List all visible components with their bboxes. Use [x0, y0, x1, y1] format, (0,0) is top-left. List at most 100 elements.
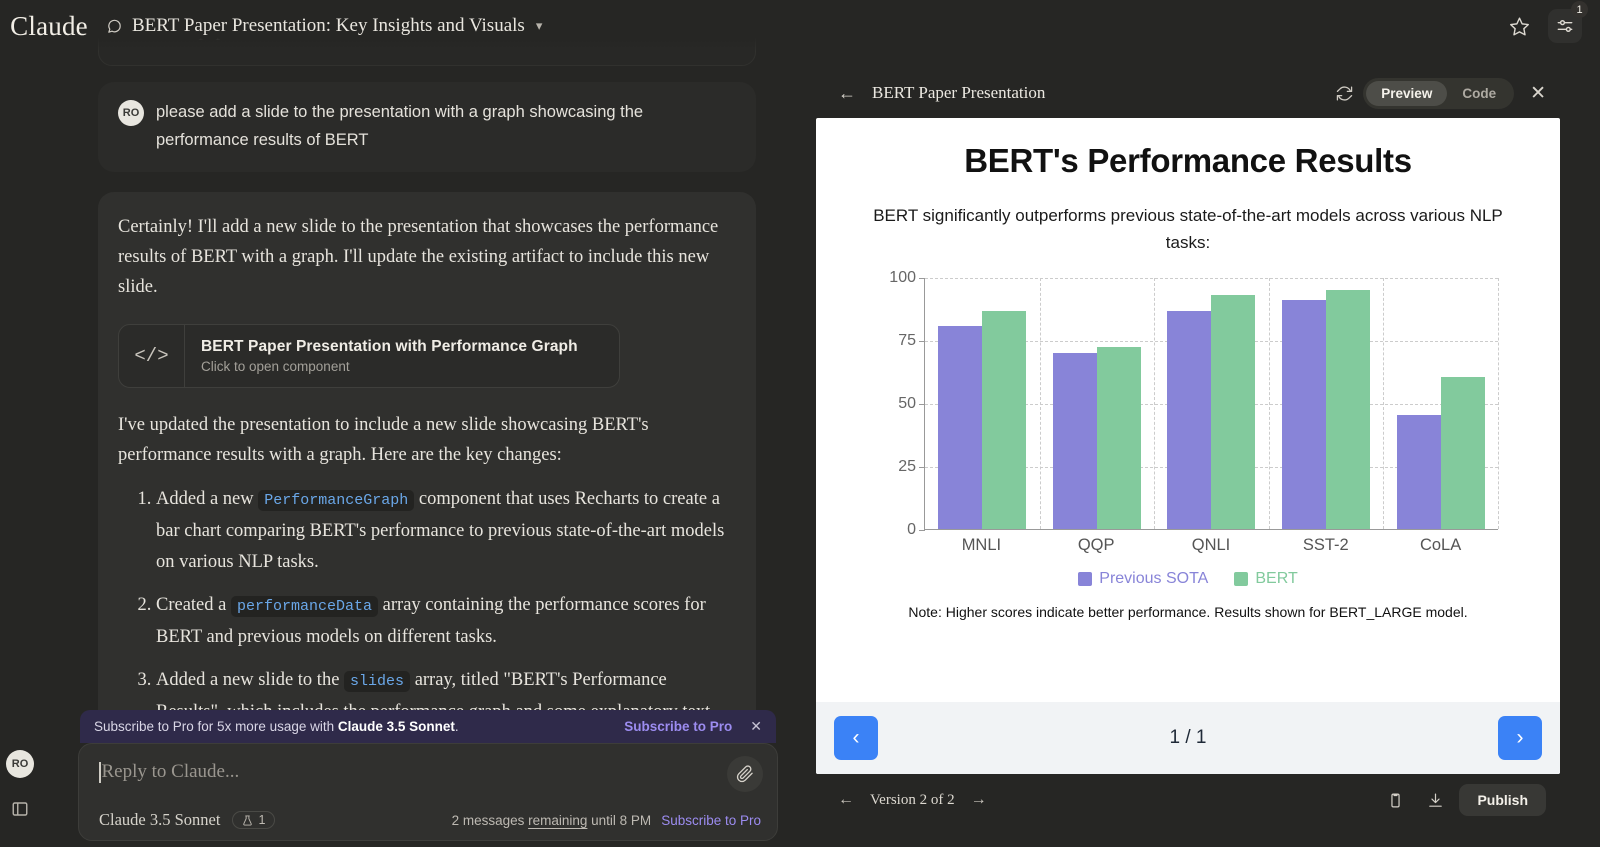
slide-subtitle: BERT significantly outperforms previous …	[873, 206, 1503, 252]
x-axis-tick: SST-2	[1302, 536, 1349, 554]
refresh-icon[interactable]	[1336, 85, 1353, 102]
download-icon[interactable]	[1419, 784, 1451, 816]
change-before: Added a new	[156, 489, 259, 509]
composer-footer-right: 2 messages remaining until 8 PM Subscrib…	[452, 813, 761, 828]
beaker-icon	[243, 814, 253, 826]
tab-code[interactable]: Code	[1447, 81, 1511, 106]
x-axis-labels: MNLI QQP QNLI SST-2 CoLA	[924, 536, 1498, 555]
inline-code: PerformanceGraph	[258, 490, 415, 511]
subscribe-banner: Subscribe to Pro for 5x more usage with …	[80, 710, 776, 743]
slide: BERT's Performance Results BERT signific…	[816, 118, 1560, 702]
code-icon: </>	[119, 325, 185, 387]
brand-logo[interactable]: Claude	[8, 11, 90, 42]
composer-subscribe-link[interactable]: Subscribe to Pro	[661, 813, 761, 828]
legend-label: BERT	[1255, 570, 1298, 587]
bar-group	[925, 278, 1040, 529]
subscribe-banner-text: Subscribe to Pro for 5x more usage with …	[94, 719, 459, 734]
close-icon[interactable]: ✕	[1530, 82, 1546, 105]
bar	[982, 310, 1027, 529]
bar-group	[1383, 278, 1498, 529]
messages-underline: remaining	[528, 812, 588, 828]
artifact-header: ← BERT Paper Presentation Preview Code ✕	[816, 68, 1560, 118]
legend-item[interactable]: Previous SOTA	[1078, 570, 1208, 588]
composer-footer: Claude 3.5 Sonnet 1 2 messages remaining…	[99, 810, 761, 830]
model-selector[interactable]: Claude 3.5 Sonnet	[99, 810, 220, 830]
message-assistant: Certainly! I'll add a new slide to the p…	[98, 192, 756, 762]
banner-text-bold: Claude 3.5 Sonnet	[337, 719, 455, 734]
paperclip-icon[interactable]	[727, 756, 763, 792]
bar	[1282, 299, 1327, 529]
change-before: Created a	[156, 595, 231, 615]
banner-text-prefix: Subscribe to Pro for 5x more usage with	[94, 719, 338, 734]
legend-swatch	[1078, 572, 1093, 586]
artifact-footer: ← Version 2 of 2 → Publish	[816, 774, 1560, 826]
sliders-icon[interactable]: 1	[1548, 1, 1588, 43]
bar-group	[1154, 278, 1269, 529]
bar	[938, 325, 983, 529]
artifact-card-body: BERT Paper Presentation with Performance…	[185, 325, 594, 387]
slide-navigation: ‹ 1 / 1 ›	[816, 702, 1560, 774]
reply-input[interactable]: Reply to Claude...	[99, 761, 239, 783]
legend-item[interactable]: BERT	[1234, 570, 1298, 588]
artifact-footer-actions: Publish	[1379, 784, 1546, 816]
conversation-title-chip[interactable]: BERT Paper Presentation: Key Insights an…	[106, 15, 542, 37]
settings-badge: 1	[1571, 1, 1588, 18]
avatar[interactable]: RO	[6, 750, 34, 778]
bar	[1211, 295, 1256, 529]
beaker-pill[interactable]: 1	[232, 811, 276, 829]
messages-suffix: until 8 PM	[587, 812, 652, 828]
inline-code: performanceData	[231, 596, 379, 617]
close-icon[interactable]: ✕	[750, 718, 762, 735]
bar	[1167, 310, 1212, 529]
gridline	[1498, 278, 1499, 529]
chart-bars	[925, 278, 1498, 529]
user-message-text: please add a slide to the presentation w…	[156, 103, 644, 149]
list-item: Added a new PerformanceGraph component t…	[156, 484, 736, 578]
composer[interactable]: Reply to Claude... Claude 3.5 Sonnet 1 2…	[78, 743, 778, 841]
banner-subscribe-link[interactable]: Subscribe to Pro	[624, 719, 732, 734]
app-root: the BERT paper. RO please add a slide to…	[0, 0, 1600, 847]
reply-input-placeholder: Reply to Claude...	[101, 761, 240, 782]
version-label: Version 2 of 2	[870, 791, 955, 808]
chart-plot-area: 0 25 50 75 100	[878, 269, 1499, 538]
avatar: RO	[118, 100, 144, 126]
y-axis-tick: 25	[898, 458, 916, 475]
next-version-button[interactable]: →	[971, 791, 987, 809]
slide-note: Note: Higher scores indicate better perf…	[908, 604, 1468, 620]
bar	[1052, 352, 1097, 529]
artifact-card[interactable]: </> BERT Paper Presentation with Perform…	[118, 324, 620, 388]
y-axis-tick-mark	[919, 530, 925, 531]
x-axis-tick: QQP	[1077, 536, 1115, 554]
y-axis-tick: 100	[889, 269, 916, 286]
artifact-card-subtitle: Click to open component	[201, 359, 350, 374]
chevron-right-icon[interactable]: ›	[1498, 716, 1542, 760]
chart-plot	[919, 278, 1499, 531]
prev-version-button[interactable]: ←	[838, 791, 854, 809]
bar	[1396, 414, 1441, 529]
bar-group	[1040, 278, 1155, 529]
banner-text-suffix: .	[454, 719, 459, 734]
text-caret	[99, 761, 101, 783]
artifact-panel: ← BERT Paper Presentation Preview Code ✕	[816, 68, 1560, 826]
x-axis-tick: CoLA	[1419, 536, 1462, 554]
slide-title: BERT's Performance Results	[964, 142, 1412, 179]
chevron-left-icon[interactable]: ‹	[834, 716, 878, 760]
chevron-down-icon[interactable]: ▾	[536, 18, 543, 34]
arrow-left-icon[interactable]: ←	[838, 83, 856, 104]
message-user: RO please add a slide to the presentatio…	[98, 82, 756, 172]
publish-button[interactable]: Publish	[1459, 784, 1546, 816]
page-indicator: 1 / 1	[1169, 727, 1207, 748]
artifact-canvas: BERT's Performance Results BERT signific…	[816, 118, 1560, 774]
changes-list: Added a new PerformanceGraph component t…	[118, 484, 736, 728]
top-bar-actions: 1	[1502, 1, 1588, 43]
artifact-card-title: BERT Paper Presentation with Performance…	[201, 338, 578, 355]
clipboard-icon[interactable]	[1379, 784, 1411, 816]
messages-remaining: 2 messages remaining until 8 PM	[452, 813, 652, 828]
y-axis-tick: 0	[907, 521, 916, 538]
x-axis-tick: MNLI	[961, 536, 1002, 554]
y-axis-tick: 50	[898, 395, 916, 412]
tab-preview[interactable]: Preview	[1366, 80, 1448, 106]
assistant-summary-text: I've updated the presentation to include…	[118, 415, 649, 465]
sidebar-toggle-icon[interactable]	[10, 800, 32, 820]
star-icon[interactable]	[1502, 9, 1536, 43]
